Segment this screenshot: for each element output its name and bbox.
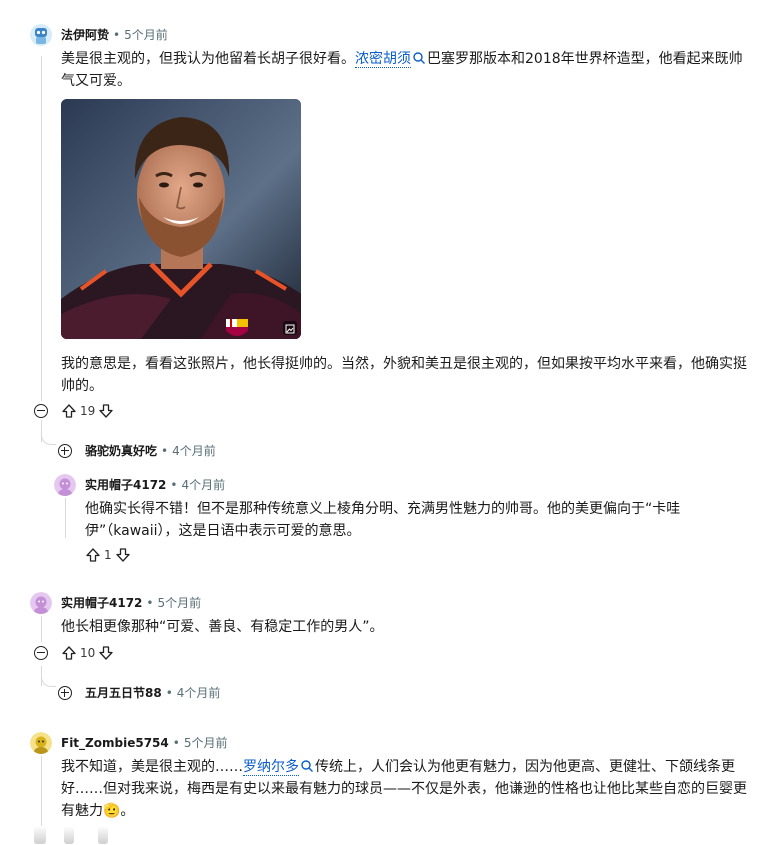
action-icons-partial [34,826,114,845]
collapse-icon[interactable] [34,404,48,418]
upvote-icon[interactable] [61,645,77,661]
avatar[interactable] [30,732,52,754]
separator: • [113,28,121,42]
avatar[interactable] [54,474,76,496]
portrait-photo [61,99,301,339]
upvote-icon[interactable] [85,547,101,563]
thread-connector [41,432,56,445]
upvote-icon[interactable] [64,826,74,844]
comment-body: 美是很主观的，但我认为他留着长胡子很好看。浓密胡须 巴塞罗那版本和2018年世界杯… [61,48,751,92]
collapsed-comment[interactable]: 五月五日节88 • 4个月前 [85,684,220,702]
expand-icon[interactable] [58,444,72,458]
timestamp[interactable]: 5个月前 [184,736,228,750]
timestamp[interactable]: 5个月前 [124,28,168,42]
timestamp[interactable]: 4个月前 [177,686,221,700]
downvote-icon[interactable] [115,547,131,563]
user-avatar-icon [30,592,52,614]
username[interactable]: Fit_Zombie5754 [61,736,169,750]
separator: • [146,596,154,610]
search-link[interactable]: 罗纳尔多 [243,759,299,776]
downvote-icon[interactable] [98,403,114,419]
separator: • [172,736,180,750]
comment-meta: 实用帽子4172 • 5个月前 [61,594,201,612]
comment-body: 他确实长得不错！但不是那种传统意义上棱角分明、充满男性魅力的帅哥。他的美更偏向于… [85,501,681,539]
timestamp[interactable]: 4个月前 [172,444,216,458]
thread-line [41,56,42,401]
username[interactable]: 实用帽子4172 [85,478,166,492]
upvote-icon[interactable] [61,403,77,419]
image-expand-icon[interactable] [283,321,297,335]
search-icon[interactable] [300,758,314,772]
search-link[interactable]: 浓密胡须 [355,51,411,68]
separator: • [170,478,178,492]
search-icon[interactable] [412,50,426,64]
comment-body: 我不知道，美是很主观的……罗纳尔多 传统上，人们会认为他更有魅力，因为他更高、更健… [61,756,751,822]
vote-count: 19 [80,404,96,418]
user-avatar-icon [30,732,52,754]
comment-meta: 法伊阿贽 • 5个月前 [61,26,168,44]
timestamp[interactable]: 4个月前 [181,478,225,492]
avatar[interactable] [30,592,52,614]
vote-count: 10 [80,646,96,660]
comment-text: 我不知道，美是很主观的…… [61,759,243,775]
thread-line [41,616,42,642]
username[interactable]: 骆驼奶真好吃 [85,444,157,458]
timestamp[interactable]: 5个月前 [157,596,201,610]
separator: • [161,444,169,458]
vote-bar: 10 [61,643,114,663]
vote-bar: 1 [85,545,131,565]
avatar[interactable] [30,24,52,46]
downvote-icon[interactable] [98,826,108,844]
thread-connector [41,674,56,687]
collapse-icon[interactable] [34,646,48,660]
vote-bar: 19 [61,401,114,421]
collapsed-comment[interactable]: 骆驼奶真好吃 • 4个月前 [85,442,216,460]
comment-body: 他长相更像那种“可爱、善良、有稳定工作的男人”。 [61,619,384,635]
comment-meta: 实用帽子4172 • 4个月前 [85,476,225,494]
separator: • [165,686,173,700]
thread-line [41,756,42,826]
vote-count: 1 [104,548,112,562]
comment-meta: Fit_Zombie5754 • 5个月前 [61,734,227,752]
downvote-icon[interactable] [98,645,114,661]
username[interactable]: 实用帽子4172 [61,596,142,610]
comment-text: 美是很主观的，但我认为他留着长胡子很好看。 [61,51,355,67]
username[interactable]: 法伊阿贽 [61,28,109,42]
user-avatar-icon [54,474,76,496]
user-avatar-icon [30,24,52,46]
username[interactable]: 五月五日节88 [85,686,162,700]
comment-image[interactable] [61,99,301,339]
thread-line [65,498,66,538]
collapse-icon[interactable] [34,826,46,844]
comment-body: 我的意思是，看看这张照片，他长得挺帅的。当然，外貌和美丑是很主观的，但如果按平均… [61,356,747,394]
expand-icon[interactable] [58,686,72,700]
